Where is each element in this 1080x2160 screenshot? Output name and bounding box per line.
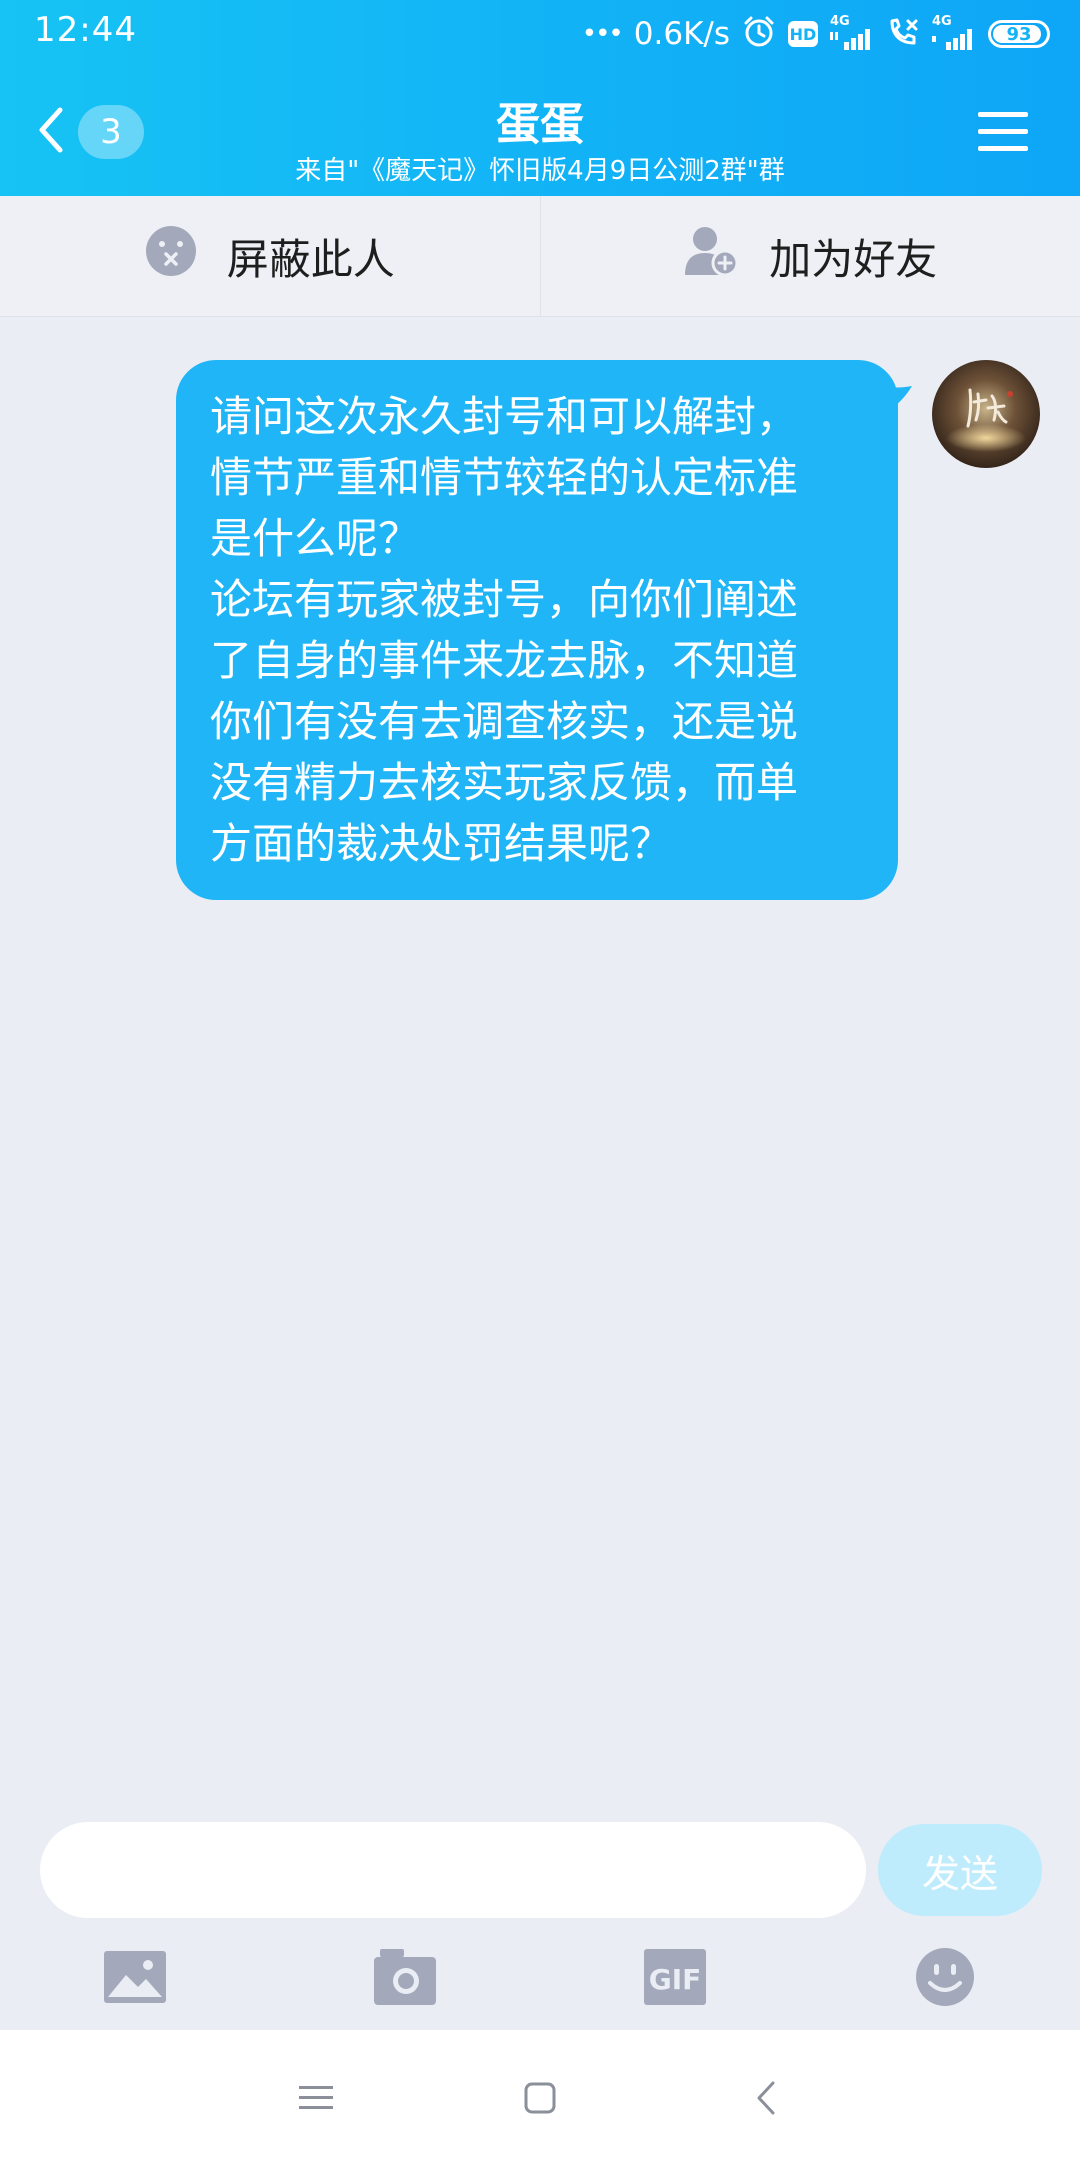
- call-icon: [886, 15, 920, 53]
- status-indicators: ••• 0.6K/s HD 4G 4G 93: [582, 12, 1050, 56]
- image-button[interactable]: [100, 1946, 170, 2012]
- emoji-button[interactable]: [910, 1946, 980, 2012]
- hd-voice-icon: HD: [788, 21, 818, 47]
- message-input[interactable]: [40, 1822, 866, 1918]
- message-line: 方面的裁决处罚结果呢？: [210, 819, 673, 868]
- emoji-icon: [915, 1947, 975, 2011]
- image-icon: [104, 1951, 166, 2007]
- bubble-tail: [884, 386, 914, 420]
- message-line: 论坛有玩家被封号，向你们阐述: [210, 575, 799, 624]
- square-icon: [524, 2082, 556, 2118]
- block-user-button[interactable]: 屏蔽此人: [0, 196, 540, 316]
- signal-icon: [830, 28, 874, 54]
- network-type-label-2: 4G: [932, 13, 952, 29]
- block-user-label: 屏蔽此人: [226, 234, 395, 284]
- gif-icon: GIF: [644, 1949, 706, 2009]
- page-subtitle: 来自"《魔天记》怀旧版4月9日公测2群"群: [295, 156, 785, 186]
- message-line: 请问这次永久封号和可以解封，: [210, 392, 799, 441]
- status-time: 12:44: [34, 10, 137, 50]
- header-bar: 12:44 ••• 0.6K/s HD 4G 4G 93 3 蛋蛋 来自"《魔天…: [0, 0, 1080, 196]
- chevron-left-icon: [756, 2081, 776, 2119]
- camera-button[interactable]: [370, 1946, 440, 2012]
- message-line: 没有精力去核实玩家反馈，而单: [210, 758, 799, 807]
- add-friend-button[interactable]: 加为好友: [539, 196, 1080, 316]
- menu-lines-icon: [299, 2084, 333, 2116]
- home-button[interactable]: [510, 2070, 570, 2130]
- action-bar: 屏蔽此人 加为好友: [0, 196, 1080, 317]
- add-friend-icon: [683, 225, 739, 287]
- add-friend-label: 加为好友: [769, 234, 938, 284]
- gif-button[interactable]: GIF: [640, 1946, 710, 2012]
- menu-icon: [978, 112, 1028, 158]
- avatar[interactable]: [932, 360, 1040, 468]
- battery-icon: 93: [988, 20, 1050, 48]
- system-navigation-bar: [0, 2030, 1080, 2160]
- send-button[interactable]: 发送: [878, 1824, 1042, 1916]
- alarm-icon: [742, 15, 776, 53]
- gif-label: GIF: [649, 1963, 702, 1996]
- signal-2: 4G: [932, 15, 976, 54]
- signal-1: 4G: [830, 15, 874, 54]
- battery-level: 93: [1006, 23, 1032, 45]
- message-bubble[interactable]: 请问这次永久封号和可以解封， 情节严重和情节较轻的认定标准 是什么呢？ 论坛有玩…: [176, 360, 898, 900]
- camera-icon: [374, 1949, 436, 2009]
- page-title: 蛋蛋: [496, 99, 584, 150]
- network-activity-dots: •••: [581, 19, 624, 49]
- block-face-icon: [145, 225, 197, 287]
- message-line: 情节严重和情节较轻的认定标准: [210, 453, 799, 502]
- message-line: 了自身的事件来龙去脉，不知道: [210, 636, 799, 685]
- message-line: 你们有没有去调查核实，还是说: [210, 697, 799, 746]
- status-bar: 12:44 ••• 0.6K/s HD 4G 4G 93: [0, 0, 1080, 66]
- network-type-label: 4G: [830, 13, 850, 29]
- signal-icon-2: [932, 28, 976, 54]
- message-line: 是什么呢？: [210, 514, 421, 563]
- system-back-button[interactable]: [736, 2070, 796, 2130]
- network-speed: 0.6K/s: [633, 16, 730, 52]
- menu-button[interactable]: [978, 110, 1028, 154]
- recent-apps-button[interactable]: [286, 2070, 346, 2130]
